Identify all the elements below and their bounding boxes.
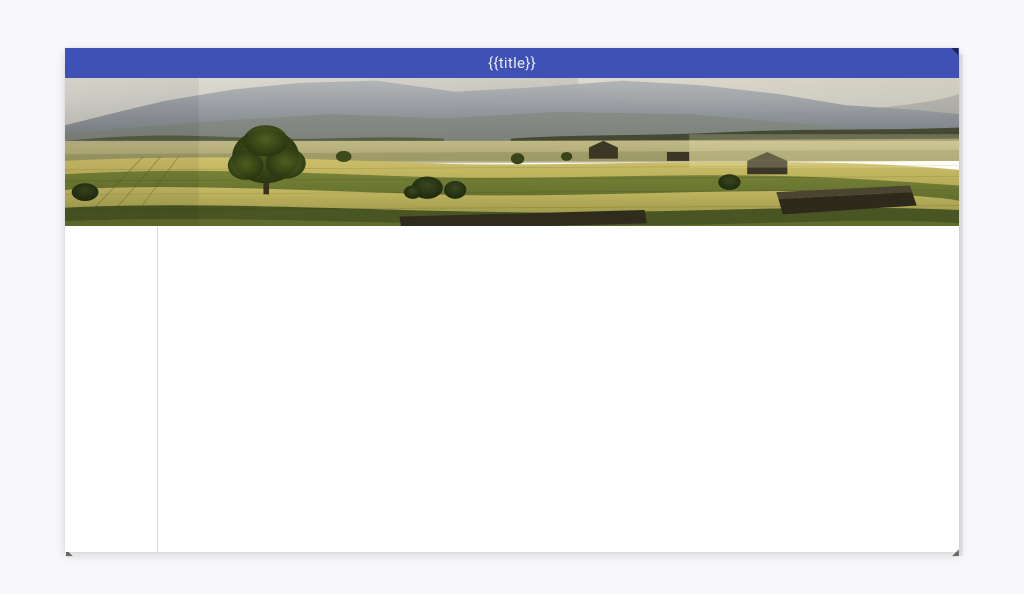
- banner-image: [65, 78, 959, 226]
- header-bar: {{title}}: [65, 48, 959, 78]
- app-body: {{title}}: [65, 78, 959, 552]
- resize-handle-tr[interactable]: ◢: [951, 48, 960, 55]
- content-area: [158, 226, 959, 552]
- resize-handle-br[interactable]: ◢: [952, 549, 959, 558]
- header-title: {{title}}: [488, 54, 536, 72]
- app-card: {{title}} {{title}}: [65, 48, 959, 552]
